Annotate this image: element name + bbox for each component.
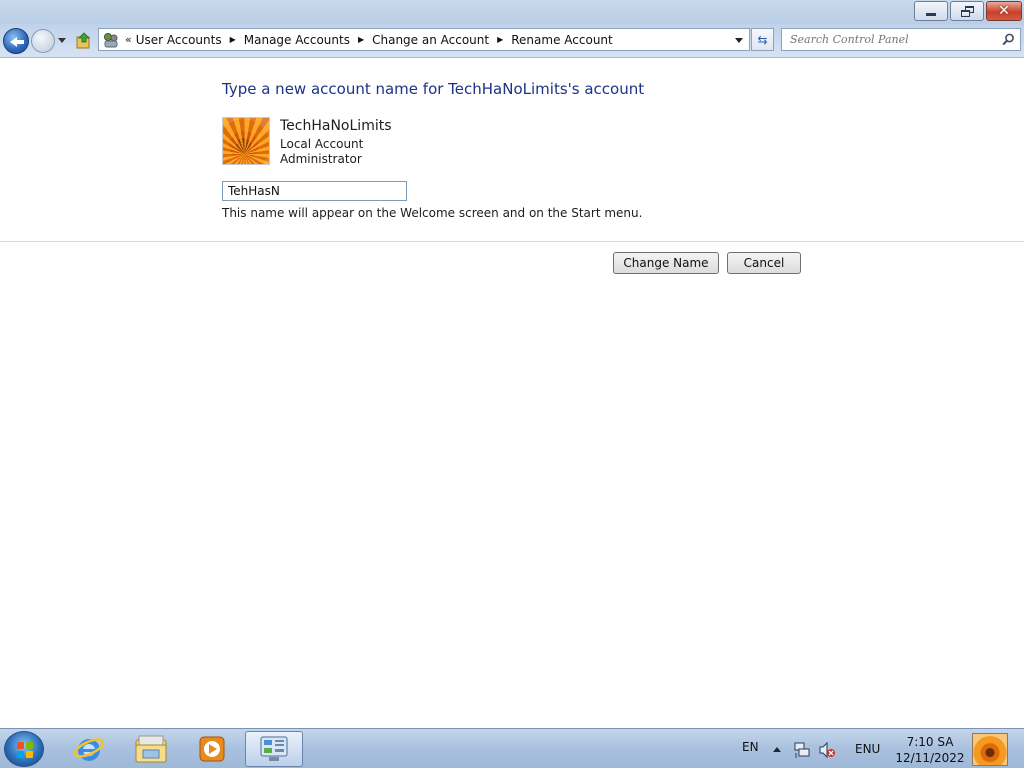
new-account-name-input[interactable] [222, 181, 407, 201]
show-hidden-icons-arrow-icon[interactable] [773, 747, 781, 752]
account-name: TechHaNoLimits [280, 118, 392, 134]
account-role: Administrator [280, 152, 362, 166]
clock[interactable]: 7:10 SA 12/11/2022 [890, 734, 970, 766]
volume-muted-icon[interactable] [818, 741, 836, 762]
windows-explorer-icon [135, 735, 167, 763]
windows-logo-icon [17, 742, 33, 758]
close-button[interactable]: ✕ [986, 1, 1022, 21]
window-controls: ✕ [912, 1, 1022, 21]
navigation-bar: « User Accounts ▶ Manage Accounts ▶ Chan… [0, 24, 1024, 58]
breadcrumb-user-accounts[interactable]: User Accounts [132, 33, 226, 47]
taskbar-windows-explorer[interactable] [122, 731, 180, 767]
breadcrumb-separator-icon[interactable]: ▶ [497, 35, 503, 44]
search-icon[interactable] [1002, 33, 1015, 46]
minimize-button[interactable] [914, 1, 948, 21]
clock-date: 12/11/2022 [895, 751, 965, 765]
control-panel-icon [103, 32, 119, 48]
search-box[interactable] [781, 28, 1021, 51]
breadcrumb-manage-accounts[interactable]: Manage Accounts [240, 33, 354, 47]
back-button[interactable] [3, 28, 29, 54]
address-dropdown-icon[interactable] [735, 38, 743, 43]
account-type: Local Account [280, 137, 364, 151]
avatar [222, 117, 270, 165]
cancel-button[interactable]: Cancel [727, 252, 801, 274]
forward-button[interactable] [31, 29, 55, 53]
divider [0, 241, 1024, 242]
media-player-icon [199, 736, 225, 762]
network-icon[interactable] [793, 741, 811, 762]
address-bar[interactable]: « User Accounts ▶ Manage Accounts ▶ Chan… [98, 28, 750, 51]
breadcrumb: User Accounts ▶ Manage Accounts ▶ Change… [132, 33, 617, 47]
breadcrumb-separator-icon[interactable]: ▶ [358, 35, 364, 44]
refresh-button[interactable]: ⇆ [751, 28, 774, 51]
window-title-bar: ✕ [0, 0, 1024, 24]
search-input[interactable] [782, 29, 992, 50]
minimize-icon [915, 2, 947, 20]
refresh-icon: ⇆ [757, 32, 768, 47]
internet-explorer-icon [73, 738, 105, 761]
breadcrumb-change-account[interactable]: Change an Account [368, 33, 493, 47]
close-icon: ✕ [998, 3, 1010, 19]
breadcrumb-rename-account[interactable]: Rename Account [507, 33, 616, 47]
page-title: Type a new account name for TechHaNoLimi… [222, 80, 645, 98]
taskbar: EN ENU 7:10 SA 12/11/2022 [0, 728, 1024, 768]
taskbar-media-player[interactable] [183, 731, 241, 767]
taskbar-control-panel[interactable] [245, 731, 303, 767]
user-thumbnail[interactable] [972, 733, 1008, 766]
input-language[interactable]: ENU [855, 742, 880, 756]
control-panel-icon [260, 736, 288, 761]
name-hint-text: This name will appear on the Welcome scr… [222, 206, 643, 220]
language-indicator[interactable]: EN [742, 740, 759, 754]
restore-icon [951, 2, 983, 20]
restore-button[interactable] [950, 1, 984, 21]
main-content: Type a new account name for TechHaNoLimi… [0, 59, 1024, 727]
recent-pages-dropdown[interactable] [58, 38, 66, 43]
up-folder-icon[interactable] [75, 32, 93, 50]
start-button[interactable] [4, 731, 44, 767]
breadcrumb-overflow[interactable]: « [125, 33, 132, 46]
clock-time: 7:10 SA [906, 735, 954, 749]
taskbar-internet-explorer[interactable] [60, 731, 118, 767]
change-name-button[interactable]: Change Name [613, 252, 719, 274]
breadcrumb-separator-icon[interactable]: ▶ [230, 35, 236, 44]
